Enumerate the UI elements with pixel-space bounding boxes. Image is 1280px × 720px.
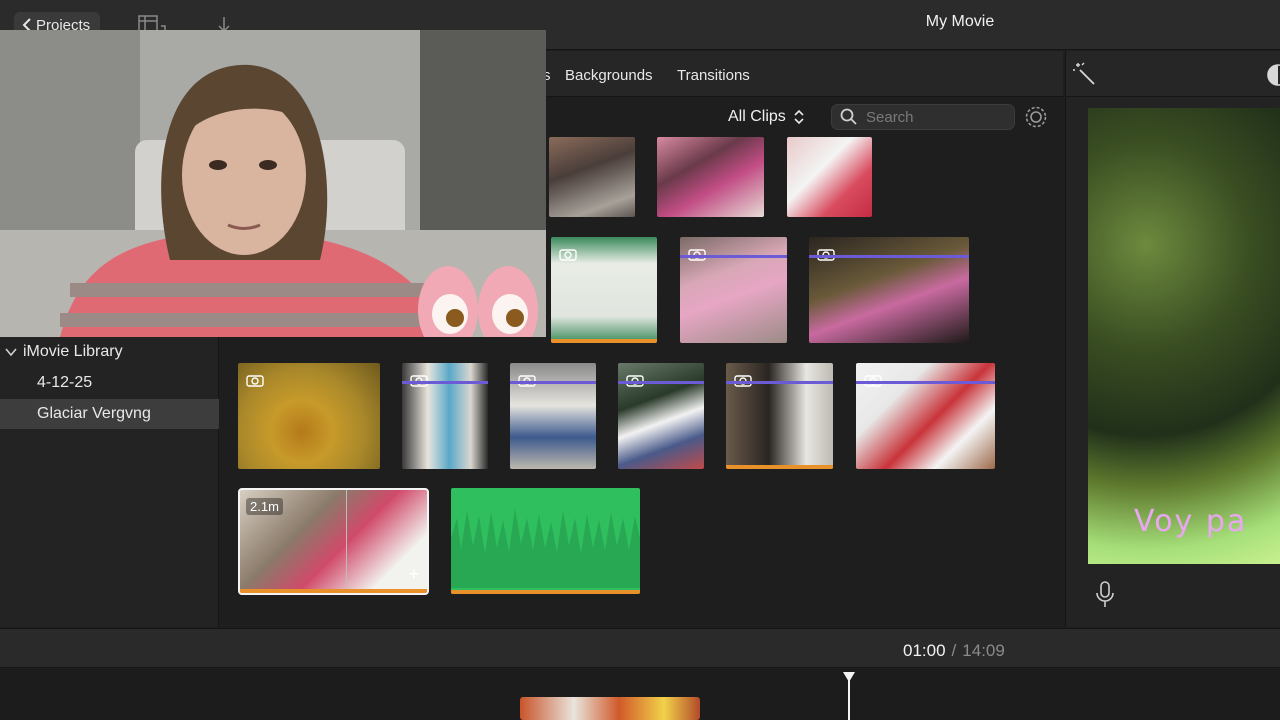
movie-title: My Movie [925, 13, 995, 30]
library-item[interactable]: iMovie Library [0, 337, 219, 367]
keyword-bar [726, 381, 833, 384]
viewer-toolbar [1065, 51, 1280, 97]
clip-usage-bar [451, 590, 640, 594]
clip-usage-bar [240, 589, 427, 593]
timeline-clip[interactable] [520, 697, 700, 720]
camera-icon [246, 375, 264, 387]
current-time: 01:00 [903, 641, 946, 660]
camera-icon [734, 375, 752, 387]
keyword-bar [809, 255, 969, 258]
clip-thumbnail-selected[interactable]: 2.1m + [238, 488, 429, 595]
clip-filter-select[interactable]: All Clips [728, 108, 804, 126]
audio-waveform [451, 508, 640, 588]
camera-icon [688, 249, 706, 261]
keyword-bar [402, 381, 488, 384]
camera-icon [626, 375, 644, 387]
clip-thumbnail[interactable] [510, 363, 596, 469]
event-label: 4-12-25 [37, 374, 93, 391]
tab-backgrounds[interactable]: Backgrounds [565, 67, 653, 84]
event-item-selected[interactable]: Glaciar Vergvng [0, 399, 219, 429]
time-separator: / [951, 641, 957, 660]
library-sidebar: iMovie Library 4-12-25 Glaciar Vergvng [0, 337, 219, 627]
search-icon [840, 108, 857, 125]
clip-thumbnail[interactable] [787, 137, 872, 217]
keyword-bar [856, 381, 995, 384]
camera-icon [410, 375, 428, 387]
camera-icon [817, 249, 835, 261]
library-title: iMovie Library [23, 343, 123, 360]
clip-thumbnail[interactable] [809, 237, 969, 343]
clip-thumbnail[interactable] [726, 363, 833, 469]
clip-thumbnail[interactable] [549, 137, 635, 217]
magic-wand-icon[interactable] [1072, 62, 1098, 88]
sort-chevrons-icon [794, 109, 804, 125]
keyword-bar [510, 381, 596, 384]
tab-transitions[interactable]: Transitions [677, 67, 750, 84]
clip-thumbnail[interactable] [680, 237, 787, 343]
timecode-bar: 01:00 / 14:09 [0, 628, 1280, 668]
timecode: 01:00 / 14:09 [903, 641, 1005, 661]
total-time: 14:09 [962, 641, 1005, 660]
disclosure-icon[interactable] [5, 347, 17, 357]
viewer-panel: Voy pa [1065, 97, 1280, 627]
event-label: Glaciar Vergvng [37, 405, 151, 422]
clip-thumbnail[interactable] [618, 363, 704, 469]
clip-filter-label: All Clips [728, 108, 786, 125]
camera-icon [864, 375, 882, 387]
camera-icon [559, 249, 577, 261]
clip-usage-bar [551, 339, 657, 343]
preview-overlay-text: Voy pa [1134, 504, 1248, 539]
webcam-feed [0, 30, 546, 337]
keyword-bar [680, 255, 787, 258]
timeline[interactable] [0, 669, 1280, 720]
audio-clip[interactable] [451, 488, 640, 594]
clip-thumbnail[interactable] [657, 137, 764, 217]
clip-thumbnail[interactable] [551, 237, 657, 343]
camera-icon [518, 375, 536, 387]
clip-usage-bar [726, 465, 833, 469]
clip-duration: 2.1m [246, 498, 283, 515]
plus-icon[interactable]: + [408, 564, 419, 585]
event-item[interactable]: 4-12-25 [0, 368, 219, 398]
skimmer-line [346, 490, 347, 593]
clip-thumbnail[interactable] [856, 363, 995, 469]
keyword-bar [618, 381, 704, 384]
video-preview[interactable]: Voy pa [1088, 108, 1280, 564]
clip-thumbnail[interactable] [238, 363, 380, 469]
webcam-overlay [0, 30, 546, 337]
search-field[interactable] [831, 104, 1015, 130]
gear-icon[interactable] [1024, 105, 1048, 129]
search-input[interactable] [866, 108, 1006, 126]
playhead[interactable] [848, 679, 850, 720]
clip-thumbnail[interactable] [402, 363, 488, 469]
microphone-icon[interactable] [1096, 581, 1114, 609]
color-icon[interactable] [1266, 63, 1280, 87]
